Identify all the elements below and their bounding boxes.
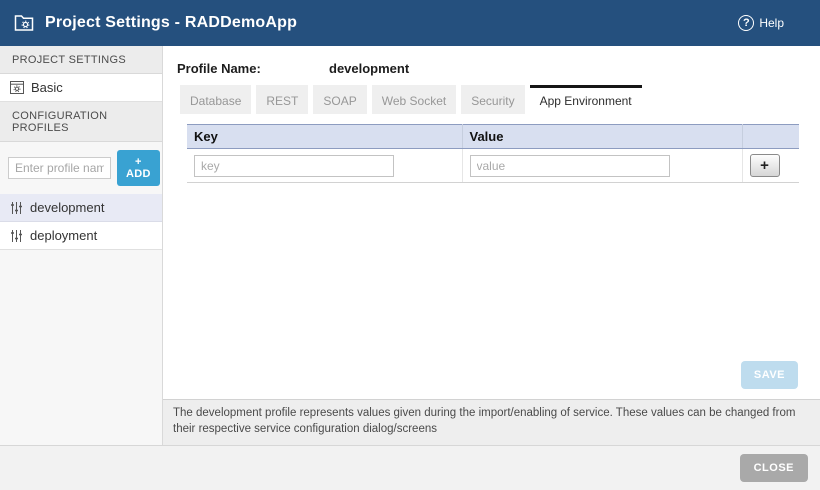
tab-soap[interactable]: SOAP [313,85,366,114]
value-input[interactable] [470,155,670,177]
tab-web-socket[interactable]: Web Socket [372,85,456,114]
project-settings-icon [14,14,36,32]
tab-rest[interactable]: REST [256,85,308,114]
dialog-body: PROJECT SETTINGS Basic CONFIGURATION PRO… [0,46,820,445]
tab-bar: Database REST SOAP Web Socket Security A… [180,85,820,114]
sliders-icon [10,229,23,243]
project-settings-dialog: Project Settings - RADDemoApp ? Help PRO… [0,0,820,490]
add-row-button[interactable]: + [750,154,780,177]
tab-app-environment[interactable]: App Environment [530,85,642,114]
profile-name-row: Profile Name: development [163,46,820,85]
profile-description-note: The development profile represents value… [163,399,820,445]
value-column-header: Value [462,125,742,149]
help-label: Help [759,16,784,30]
tab-security[interactable]: Security [461,85,524,114]
profile-item-label: development [30,200,104,215]
dialog-footer: CLOSE [0,445,820,490]
sidebar-item-basic[interactable]: Basic [0,74,162,102]
sidebar-profile-development[interactable]: development [0,194,162,222]
main-content: Profile Name: development Database REST … [163,46,820,445]
key-column-header: Key [187,125,462,149]
app-environment-panel: Key Value [163,114,820,399]
profile-name-value: development [329,61,409,76]
sidebar-profile-deployment[interactable]: deployment [0,222,162,250]
table-row: + [187,149,799,183]
close-button[interactable]: CLOSE [740,454,808,482]
save-button[interactable]: SAVE [741,361,798,389]
sidebar-item-label: Basic [31,80,63,95]
actions-column-header [742,125,799,149]
dialog-title: Project Settings - RADDemoApp [45,14,297,32]
profile-name-input[interactable] [8,157,111,179]
add-profile-row: + ADD [0,142,162,194]
table-header-row: Key Value [187,125,799,149]
section-project-settings: PROJECT SETTINGS [0,46,162,74]
profile-name-label: Profile Name: [177,61,329,76]
env-properties-table: Key Value [187,124,799,183]
help-icon: ? [738,15,754,31]
section-configuration-profiles: CONFIGURATION PROFILES [0,102,162,142]
key-input[interactable] [194,155,394,177]
profile-item-label: deployment [30,228,97,243]
add-profile-button[interactable]: + ADD [117,150,160,186]
sliders-icon [10,201,23,215]
sidebar: PROJECT SETTINGS Basic CONFIGURATION PRO… [0,46,163,445]
title-bar: Project Settings - RADDemoApp ? Help [0,0,820,46]
help-button[interactable]: ? Help [738,15,784,31]
tab-database[interactable]: Database [180,85,251,114]
basic-settings-icon [10,81,24,94]
